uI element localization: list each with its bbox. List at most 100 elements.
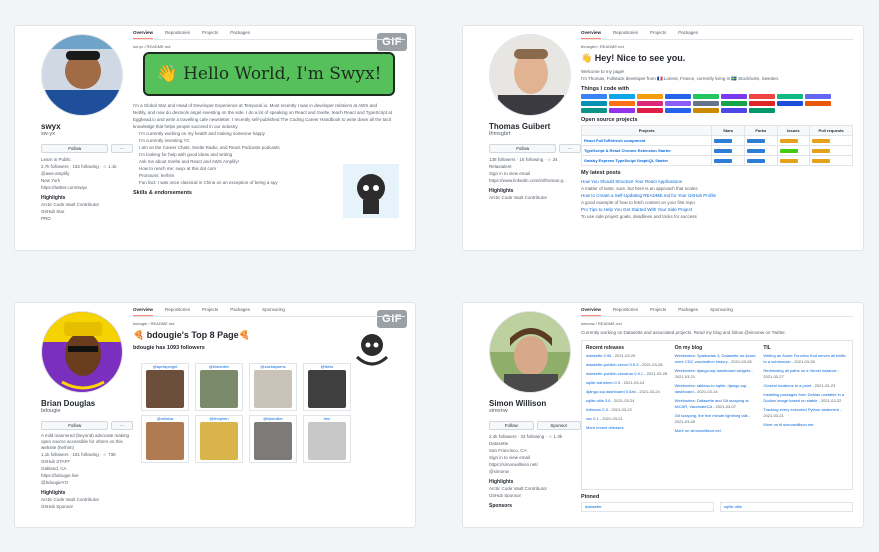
friend-card[interactable]: @zachaysens: [249, 363, 297, 411]
more-link[interactable]: More on til.simonwillison.net: [763, 422, 848, 428]
tab-projects[interactable]: Projects: [650, 307, 666, 316]
friend-card[interactable]: @lihophen: [195, 415, 243, 463]
release-item-link[interactable]: datasette 0.56: [586, 353, 611, 358]
friend-photo[interactable]: [308, 422, 346, 460]
tab-projects[interactable]: Projects: [202, 307, 218, 316]
release-item-link[interactable]: sqlite-utils 3.6: [586, 398, 610, 403]
project-link[interactable]: TypeScript & React Chrome Extension Star…: [580, 145, 713, 156]
forks-badge[interactable]: [746, 158, 765, 163]
tab-packages[interactable]: Packages: [230, 307, 250, 316]
friend-photo[interactable]: [308, 370, 346, 408]
friend-photo[interactable]: [200, 370, 238, 408]
website-link[interactable]: https://simonwillison.net/: [489, 461, 581, 468]
friend-handle[interactable]: @lihophen: [196, 416, 242, 421]
friend-handle[interactable]: @fbrtlz: [304, 364, 350, 369]
pr-badge[interactable]: [812, 138, 831, 143]
blog-item-link[interactable]: Git scraping, the five minute lightning …: [675, 413, 748, 418]
twitter-link[interactable]: @bdougieYO: [41, 479, 133, 486]
stars-badge[interactable]: [714, 158, 733, 163]
follow-stats[interactable]: 1.1k followers · 181 following · ☆ 738: [41, 451, 133, 458]
follow-button[interactable]: Follow: [489, 144, 557, 153]
friend-photo[interactable]: [200, 422, 238, 460]
post-link[interactable]: Pro Tips to Help You Get Started With Yo…: [581, 206, 853, 213]
friend-handle[interactable]: @aprilspeight: [142, 364, 188, 369]
tab-repositories[interactable]: Repositories: [613, 307, 638, 316]
friend-handle[interactable]: ben: [304, 416, 350, 421]
profile-card-simonw[interactable]: Simon Willison simonw Follow Sponsor 2.4k…: [462, 302, 864, 528]
stars-badge[interactable]: [714, 138, 733, 143]
til-item-link[interactable]: Closest locations to a point: [763, 383, 811, 388]
project-link[interactable]: React PullToRefresh component: [580, 135, 713, 146]
release-item-link[interactable]: datasette-publish-cloudrun 0.5.1: [586, 371, 643, 376]
profile-card-thmsgbrt[interactable]: Thomas Guibert thmsgbrt Follow ··· 138 fo…: [462, 25, 864, 251]
pr-badge[interactable]: [812, 148, 831, 153]
profile-card-swyx[interactable]: GIF swyx sw-yx Follow ··· Learn in Public…: [14, 25, 416, 251]
email-signin[interactable]: Sign in to view email: [489, 454, 581, 461]
tab-projects[interactable]: Projects: [202, 30, 218, 39]
readme-breadcrumb[interactable]: thmsgbrt / README.md: [581, 44, 853, 49]
friend-photo[interactable]: [146, 422, 184, 460]
friend-photo[interactable]: [146, 370, 184, 408]
tab-overview[interactable]: Overview: [133, 307, 154, 316]
more-button[interactable]: ···: [559, 144, 581, 153]
more-button[interactable]: ···: [111, 421, 133, 430]
tab-sponsoring[interactable]: Sponsoring: [710, 307, 733, 316]
website-link[interactable]: https://www.linkedin.com/in/thomas-g...: [489, 177, 581, 184]
website-link[interactable]: https://bdougie.live: [41, 472, 133, 479]
issues-badge[interactable]: [779, 158, 798, 163]
friend-photo[interactable]: [254, 422, 292, 460]
issues-badge[interactable]: [779, 138, 798, 143]
til-item-link[interactable]: Redirecting all paths on a Vercel instan…: [763, 368, 836, 373]
tab-repositories[interactable]: Repositories: [165, 30, 190, 39]
friend-card[interactable]: @kheardev: [195, 363, 243, 411]
release-item-link[interactable]: sqlite-transform 0.5: [586, 380, 620, 385]
follow-stats[interactable]: 2.4k followers · 33 following · ☆ 1.3k: [489, 433, 581, 440]
readme-breadcrumb[interactable]: sw-yx / README.md: [133, 44, 405, 49]
pinned-repo[interactable]: datasette: [581, 502, 714, 512]
twitter-link[interactable]: @simonw: [489, 468, 581, 475]
post-link[interactable]: How to Create a Self-Updating README.md …: [581, 192, 853, 199]
follow-stats[interactable]: 2.7k followers · 182 following · ☆ 1.1k: [41, 163, 133, 170]
email-signin[interactable]: Sign in to view email: [489, 170, 581, 177]
tab-packages[interactable]: Packages: [678, 30, 698, 39]
company[interactable]: GitHub STAFF: [41, 458, 133, 465]
friend-card[interactable]: @mlinisa: [141, 415, 189, 463]
follow-button[interactable]: Follow: [41, 421, 109, 430]
friend-photo[interactable]: [254, 370, 292, 408]
sponsor-button[interactable]: Sponsor: [536, 421, 581, 430]
friend-handle[interactable]: @mlinisa: [142, 416, 188, 421]
website-link[interactable]: https://twitter.com/swyx: [41, 184, 133, 191]
release-item-link[interactable]: hdbscan 0.3: [586, 407, 608, 412]
stars-badge[interactable]: [714, 148, 733, 153]
friend-card[interactable]: @aprilspeight: [141, 363, 189, 411]
tab-overview[interactable]: Overview: [133, 30, 154, 39]
friend-card[interactable]: @bjwmiller: [249, 415, 297, 463]
til-item-link[interactable]: Tracking every executed Python statement: [763, 407, 839, 412]
friend-handle[interactable]: @zachaysens: [250, 364, 296, 369]
tab-packages[interactable]: Packages: [678, 307, 698, 316]
release-item-link[interactable]: django-sql-dashboard 0.5a0: [586, 389, 636, 394]
more-link[interactable]: More on simonwillison.net: [675, 428, 760, 434]
more-link[interactable]: More recent releases: [586, 425, 671, 431]
project-link[interactable]: Gatsby Express TypeScript GraphQL Starte…: [580, 155, 713, 166]
tab-projects[interactable]: Projects: [650, 30, 666, 39]
pinned-repo[interactable]: sqlite-utils: [720, 502, 853, 512]
follow-button[interactable]: Follow: [41, 144, 109, 153]
readme-breadcrumb[interactable]: bdougie / README.md: [133, 321, 405, 326]
forks-badge[interactable]: [746, 148, 765, 153]
tab-packages[interactable]: Packages: [230, 30, 250, 39]
follow-button[interactable]: Follow: [489, 421, 534, 430]
tab-repositories[interactable]: Repositories: [165, 307, 190, 316]
more-button[interactable]: ···: [111, 144, 133, 153]
forks-badge[interactable]: [746, 138, 765, 143]
tab-repositories[interactable]: Repositories: [613, 30, 638, 39]
readme-breadcrumb[interactable]: simonw / README.md: [581, 321, 853, 326]
release-item-link[interactable]: csv 0.1: [586, 416, 599, 421]
post-link[interactable]: How You Should Structure Your React Appl…: [581, 178, 853, 185]
follow-stats[interactable]: 138 followers · 16 following · ☆ 34: [489, 156, 581, 163]
profile-card-bdougie[interactable]: GIF Brian Douglas bdougie Follow ··· A mi…: [14, 302, 416, 528]
tab-overview[interactable]: Overview: [581, 30, 602, 39]
friend-handle[interactable]: @bjwmiller: [250, 416, 296, 421]
tab-overview[interactable]: Overview: [581, 307, 602, 316]
friend-handle[interactable]: @kheardev: [196, 364, 242, 369]
